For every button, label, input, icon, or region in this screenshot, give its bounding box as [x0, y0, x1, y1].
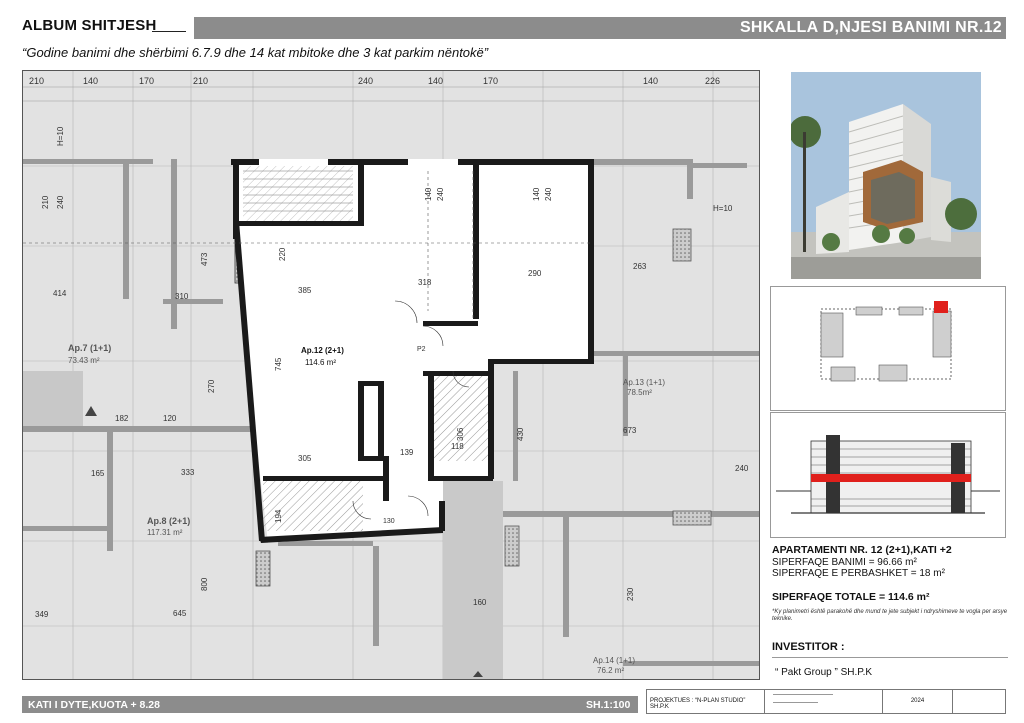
unit-7-area: 73.43 m² [68, 356, 100, 365]
dim-333: 333 [181, 468, 195, 477]
unit-13-label: Ap.13 (1+1) [623, 378, 665, 387]
stair-hatch [243, 166, 353, 221]
dim-160: 160 [473, 598, 487, 607]
floor-highlight [811, 474, 971, 482]
dim-270: 270 [207, 379, 216, 393]
dim-349: 349 [35, 610, 49, 619]
dim-290: 290 [528, 269, 542, 278]
disclaimer-note: *Ky planimetri është parakohë dhe mund t… [772, 609, 1008, 622]
stair-context [23, 371, 83, 426]
dim-top-8: 140 [643, 76, 658, 86]
building-render [791, 72, 981, 279]
building-section [770, 412, 1006, 538]
album-title-underline [152, 31, 186, 32]
floor-plan: 210 140 170 210 240 140 170 140 226 Ap.7… [22, 70, 760, 680]
floor-plan-drawing: 210 140 170 210 240 140 170 140 226 Ap.7… [23, 71, 759, 679]
dim-240-b: 240 [544, 187, 553, 201]
dim-top-7: 170 [483, 76, 498, 86]
dim-130: 120 [163, 414, 177, 423]
door-p2: 130 [383, 518, 395, 525]
dim-220: 220 [278, 247, 287, 261]
dim-385: 385 [298, 286, 312, 295]
dim-430: 230 [626, 587, 635, 601]
dim-306: 306 [456, 427, 465, 441]
scale-label: SH.1:100 [586, 699, 631, 711]
site-key-plan-drawing [820, 301, 952, 382]
apartment-title: APARTAMENTI NR. 12 (2+1),KATI +2 [772, 544, 952, 556]
project-subtitle: “Godine banimi dhe shërbimi 6.7.9 dhe 14… [22, 45, 489, 60]
title-block: PROJEKTUES : “N-PLAN STUDIO” SH.P.K 2024 [646, 689, 1006, 714]
dim-310: 310 [175, 292, 189, 301]
dim-182: 430 [516, 427, 525, 441]
unit-12-area: 114.6 m² [305, 358, 336, 367]
dim-673: 673 [623, 426, 637, 435]
dim-top-9: 226 [705, 76, 720, 86]
dim-240-right: 240 [735, 464, 749, 473]
dim-140-a: 140 [424, 187, 433, 201]
dim-139: 139 [400, 448, 414, 457]
dim-side-210: 210 [41, 195, 50, 209]
dim-414: 414 [53, 289, 67, 298]
dim-top-3: 170 [139, 76, 154, 86]
album-title: ALBUM SHITJESH [22, 17, 157, 34]
dim-745: 745 [274, 357, 283, 371]
dim-side-240: 240 [56, 195, 65, 209]
dim-140-b: 140 [532, 187, 541, 201]
total-area: SIPERFAQE TOTALE = 114.6 m² [772, 590, 930, 603]
unit-title: SHKALLA D,NJESI BANIMI NR.12 [739, 19, 1002, 36]
common-area: SIPERFAQE E PERBASHKET = 18 m² [772, 568, 945, 579]
dim-194: 194 [274, 509, 283, 523]
dim-645: 645 [173, 609, 187, 618]
unit-highlight [934, 301, 948, 313]
dim-top-4: 210 [193, 76, 208, 86]
dim-240-a: 240 [436, 187, 445, 201]
title-block-year: 2024 [883, 690, 953, 713]
dim-top-5: 240 [358, 76, 373, 86]
dim-top-2: 140 [83, 76, 98, 86]
dim-top-1: 210 [29, 76, 44, 86]
building-render-image [791, 72, 981, 279]
dim-side-473: 473 [200, 252, 209, 266]
building-section-drawing [776, 435, 1000, 514]
dim-305: 305 [298, 454, 312, 463]
unit-14-area: 76.2 m² [597, 666, 624, 675]
investor-divider [772, 657, 1008, 658]
unit-7-label: Ap.7 (1+1) [68, 343, 111, 353]
dim-800: 800 [200, 577, 209, 591]
unit-8-label: Ap.8 (2+1) [147, 516, 190, 526]
title-block-project: PROJEKTUES : “N-PLAN STUDIO” SH.P.K [647, 690, 765, 713]
unit-13-area: 78.5m² [627, 388, 652, 397]
dim-top-6: 140 [428, 76, 443, 86]
unit-12-label: Ap.12 (2+1) [301, 346, 344, 355]
apartment-info: APARTAMENTI NR. 12 (2+1),KATI +2 SIPERFA… [772, 544, 1012, 623]
dim-h10-right: H=10 [713, 204, 733, 213]
dim-263: 263 [633, 262, 647, 271]
title-block-logo [765, 690, 883, 713]
dim-118: 118 [451, 442, 464, 451]
title-block-sheet [953, 690, 1005, 713]
site-key-plan [770, 286, 1006, 411]
unit-14-label: Ap.14 (1+1) [593, 656, 635, 665]
door-p3: P2 [417, 346, 426, 353]
investor-name: “ Pakt Group ” SH.P.K [775, 667, 873, 678]
dim-318: 318 [418, 278, 432, 287]
dim-165: 165 [91, 469, 105, 478]
living-area: SIPERFAQE BANIMI = 96.66 m² [772, 556, 917, 568]
corridor [443, 481, 503, 679]
dim-side-h10: H=10 [56, 126, 65, 146]
dim-120: 182 [115, 414, 129, 423]
unit-8-area: 117.31 m² [147, 528, 183, 537]
floor-level-label: KATI I DYTE,KUOTA + 8.28 [28, 699, 160, 711]
investor-label: INVESTITOR : [772, 641, 845, 653]
